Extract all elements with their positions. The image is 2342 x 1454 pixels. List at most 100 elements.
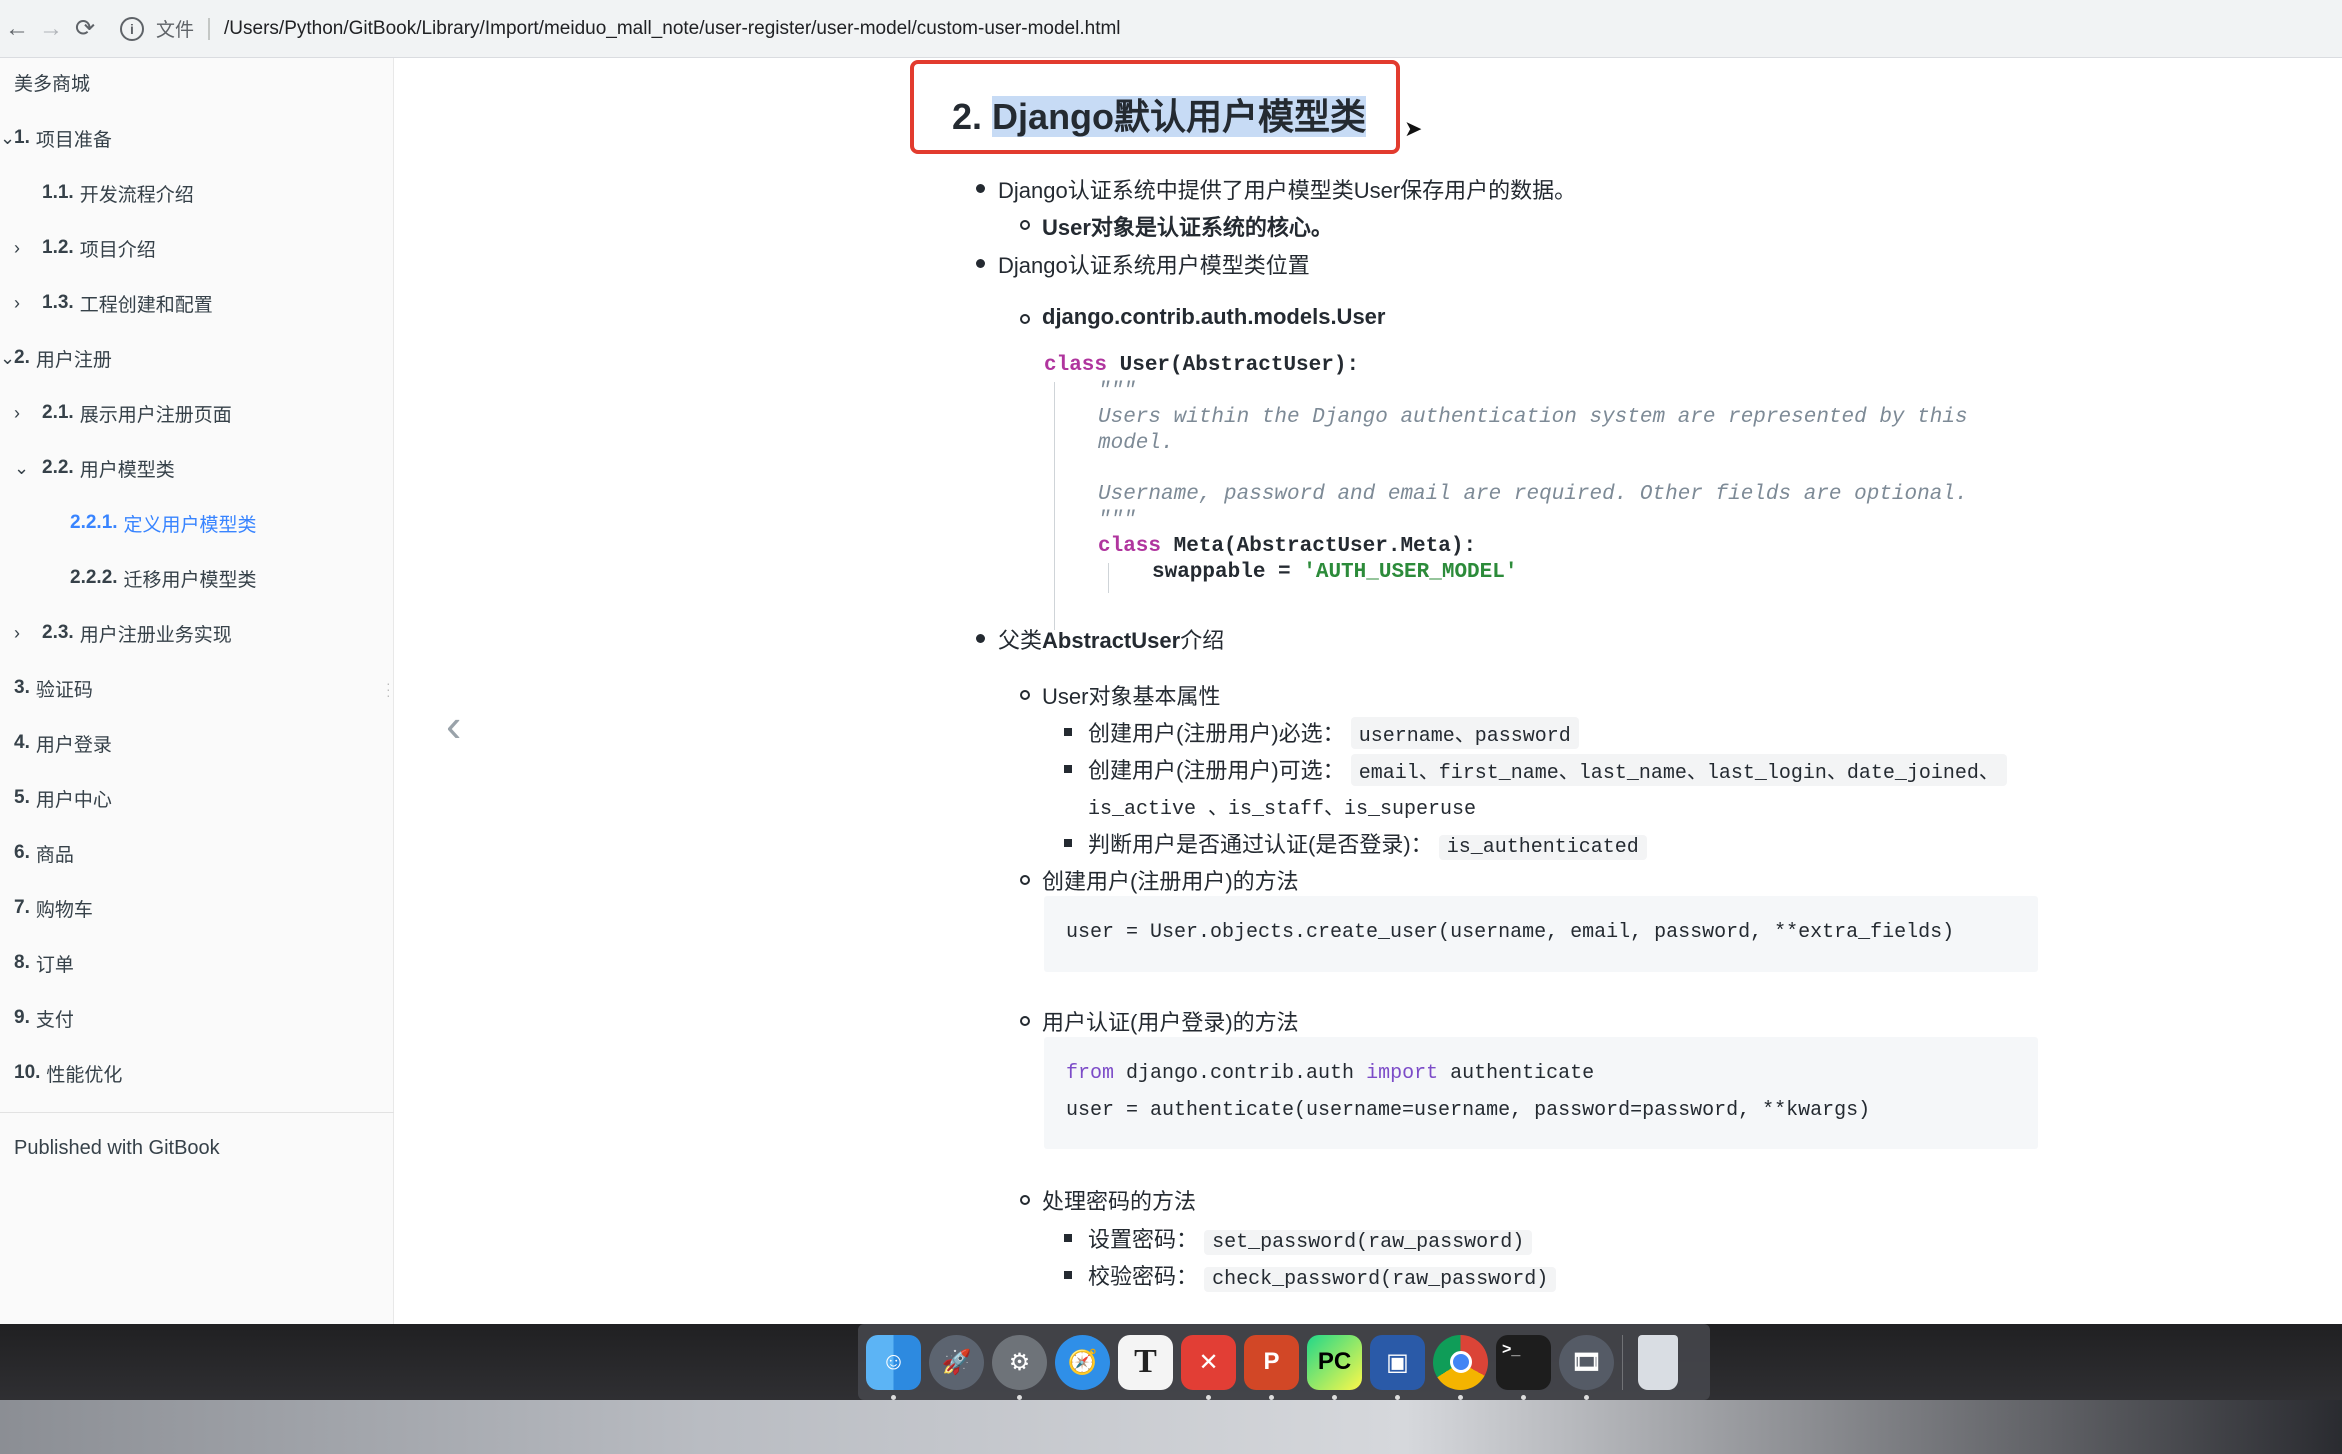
- code-block: [1044, 1037, 2038, 1149]
- virtualbox-icon[interactable]: ▣: [1370, 1334, 1425, 1400]
- attr-required: 创建用户(注册用户)必选： username、password: [1088, 716, 1579, 749]
- ring-bullet: [1020, 220, 1030, 230]
- sidebar-item-2-3[interactable]: › 2.3. 用户注册业务实现: [14, 613, 232, 653]
- sidebar-item-2-2[interactable]: ⌄ 2.2. 用户模型类: [14, 448, 175, 488]
- gif-tool-icon[interactable]: 🎞: [1559, 1334, 1614, 1400]
- paragraph-1-sub: User对象是认证系统的核心。: [1042, 215, 1333, 240]
- sidebar-item-6[interactable]: 6. 商品: [14, 833, 74, 873]
- set-password: 设置密码： set_password(raw_password): [1088, 1222, 1533, 1255]
- sidebar-item-1-1[interactable]: 1.1. 开发流程介绍: [42, 173, 194, 213]
- forward-icon[interactable]: →: [34, 12, 68, 46]
- desktop-wallpaper-strip: [0, 1400, 2342, 1454]
- attrs-title: User对象基本属性: [1042, 684, 1221, 709]
- address-separator: [208, 17, 211, 40]
- indent-guide: [1108, 563, 1109, 593]
- mouse-cursor-icon: ➤: [1404, 116, 1423, 141]
- sidebar-item-8[interactable]: 8. 订单: [14, 943, 74, 983]
- sidebar-item-2[interactable]: ⌄ 2. 用户注册: [0, 338, 112, 378]
- launchpad-icon[interactable]: 🚀: [929, 1334, 984, 1390]
- dock-separator: [1622, 1334, 1630, 1390]
- code-line: swappable = 'AUTH_USER_MODEL': [1152, 561, 1518, 584]
- square-bullet: [1064, 765, 1072, 773]
- sidebar-item-2-1[interactable]: › 2.1. 展示用户注册页面: [14, 393, 232, 433]
- square-bullet: [1064, 839, 1072, 847]
- published-with-gitbook-link[interactable]: Published with GitBook: [14, 1128, 220, 1168]
- bullet: [976, 259, 985, 268]
- sidebar-item-2-2-2[interactable]: 2.2.2. 迁移用户模型类: [70, 558, 257, 598]
- square-bullet: [1064, 728, 1072, 736]
- info-icon[interactable]: i: [120, 16, 144, 41]
- ring-bullet: [1020, 314, 1030, 324]
- sidebar-divider: [0, 1112, 394, 1113]
- system-preferences-icon[interactable]: ⚙: [992, 1334, 1047, 1400]
- safari-icon[interactable]: 🧭: [1055, 1334, 1110, 1390]
- scheme-label: 文件: [156, 20, 195, 41]
- macos-dock: ☺ 🚀 ⚙ 🧭 T ✕ P PC ▣ >_ 🎞: [858, 1324, 1710, 1400]
- browser-address-bar: ← → ⟳ i 文件 /Users/Python/GitBook/Library…: [0, 0, 2342, 58]
- typora-icon[interactable]: T: [1118, 1334, 1173, 1390]
- back-icon[interactable]: ←: [0, 12, 34, 46]
- paragraph-2: Django认证系统用户模型类位置: [998, 253, 1310, 278]
- auth-title: 用户认证(用户登录)的方法: [1042, 1010, 1299, 1035]
- attr-authenticated: 判断用户是否通过认证(是否登录)： is_authenticated: [1088, 827, 1647, 860]
- previous-page-chevron-icon[interactable]: ‹: [446, 698, 461, 752]
- sidebar-item-4[interactable]: 4. 用户登录: [14, 723, 112, 763]
- create-title: 创建用户(注册用户)的方法: [1042, 869, 1299, 894]
- powerpoint-icon[interactable]: P: [1244, 1334, 1299, 1400]
- ring-bullet: [1020, 875, 1030, 885]
- sidebar-item-3[interactable]: 3. 验证码: [14, 668, 93, 708]
- chevron-right-icon[interactable]: ›: [14, 238, 42, 259]
- square-bullet: [1064, 1271, 1072, 1279]
- check-password: 校验密码： check_password(raw_password): [1088, 1259, 1557, 1292]
- chevron-down-icon[interactable]: ⌄: [14, 458, 42, 479]
- chevron-right-icon[interactable]: ›: [14, 403, 42, 424]
- code-line: model.: [1098, 432, 1174, 455]
- code-line: class Meta(AbstractUser.Meta):: [1098, 535, 1477, 558]
- bullet: [976, 634, 985, 643]
- sidebar-item-7[interactable]: 7. 购物车: [14, 888, 93, 928]
- reload-icon[interactable]: ⟳: [68, 12, 102, 46]
- code-line: user = User.objects.create_user(username…: [1066, 921, 1955, 944]
- code-line: """: [1098, 380, 1136, 403]
- terminal-icon[interactable]: >_: [1496, 1334, 1551, 1400]
- square-bullet: [1064, 1234, 1072, 1242]
- chevron-down-icon[interactable]: ⌄: [0, 128, 15, 149]
- paragraph-3: 父类AbstractUser介绍: [998, 628, 1225, 653]
- ring-bullet: [1020, 1016, 1030, 1026]
- chevron-right-icon[interactable]: ›: [14, 623, 42, 644]
- sidebar-item-10[interactable]: 10. 性能优化: [14, 1053, 122, 1093]
- sidebar-item-9[interactable]: 9. 支付: [14, 998, 74, 1038]
- main-content: ‹ 2. Django默认用户模型类 ➤ Django认证系统中提供了用户模型类…: [394, 58, 2342, 1324]
- chevron-down-icon[interactable]: ⌄: [0, 348, 15, 369]
- sidebar-item-1-2[interactable]: › 1.2. 项目介绍: [14, 228, 156, 268]
- ring-bullet: [1020, 690, 1030, 700]
- attr-optional: 创建用户(注册用户)可选： email、first_name、last_name…: [1088, 753, 2007, 786]
- code-line: class User(AbstractUser):: [1044, 354, 1360, 377]
- finder-icon[interactable]: ☺: [866, 1334, 921, 1400]
- sidebar-title[interactable]: 美多商城: [14, 62, 90, 102]
- model-path: django.contrib.auth.models.User: [1042, 304, 1386, 329]
- sidebar: 美多商城 ⌄ 1. 项目准备 1.1. 开发流程介绍 › 1.2. 项目介绍 ›…: [0, 58, 394, 1324]
- indent-guide: [1054, 382, 1055, 630]
- xmind-icon[interactable]: ✕: [1181, 1334, 1236, 1400]
- url-field[interactable]: /Users/Python/GitBook/Library/Import/mei…: [224, 18, 1121, 40]
- page-heading: 2. Django默认用户模型类: [952, 96, 1367, 137]
- selected-heading-text: Django默认用户模型类: [992, 96, 1367, 137]
- code-line: Users within the Django authentication s…: [1098, 406, 1968, 429]
- pycharm-icon[interactable]: PC: [1307, 1334, 1362, 1400]
- sidebar-item-2-2-1[interactable]: 2.2.1. 定义用户模型类: [70, 503, 257, 543]
- sidebar-item-5[interactable]: 5. 用户中心: [14, 778, 112, 818]
- attr-optional-cont: is_active 、is_staff、is_superuse: [1088, 798, 1477, 821]
- chevron-right-icon[interactable]: ›: [14, 293, 42, 314]
- trash-icon[interactable]: [1638, 1334, 1678, 1390]
- ring-bullet: [1020, 1195, 1030, 1205]
- pwd-title: 处理密码的方法: [1042, 1189, 1197, 1214]
- bullet: [976, 184, 985, 193]
- chrome-icon[interactable]: [1433, 1334, 1488, 1400]
- paragraph-1: Django认证系统中提供了用户模型类User保存用户的数据。: [998, 178, 1577, 203]
- code-line: from django.contrib.auth import authenti…: [1066, 1062, 1595, 1085]
- code-line: Username, password and email are require…: [1098, 483, 1968, 506]
- sidebar-item-1[interactable]: ⌄ 1. 项目准备: [0, 118, 112, 158]
- sidebar-resize-handle[interactable]: · · ·: [386, 676, 391, 702]
- sidebar-item-1-3[interactable]: › 1.3. 工程创建和配置: [14, 283, 213, 323]
